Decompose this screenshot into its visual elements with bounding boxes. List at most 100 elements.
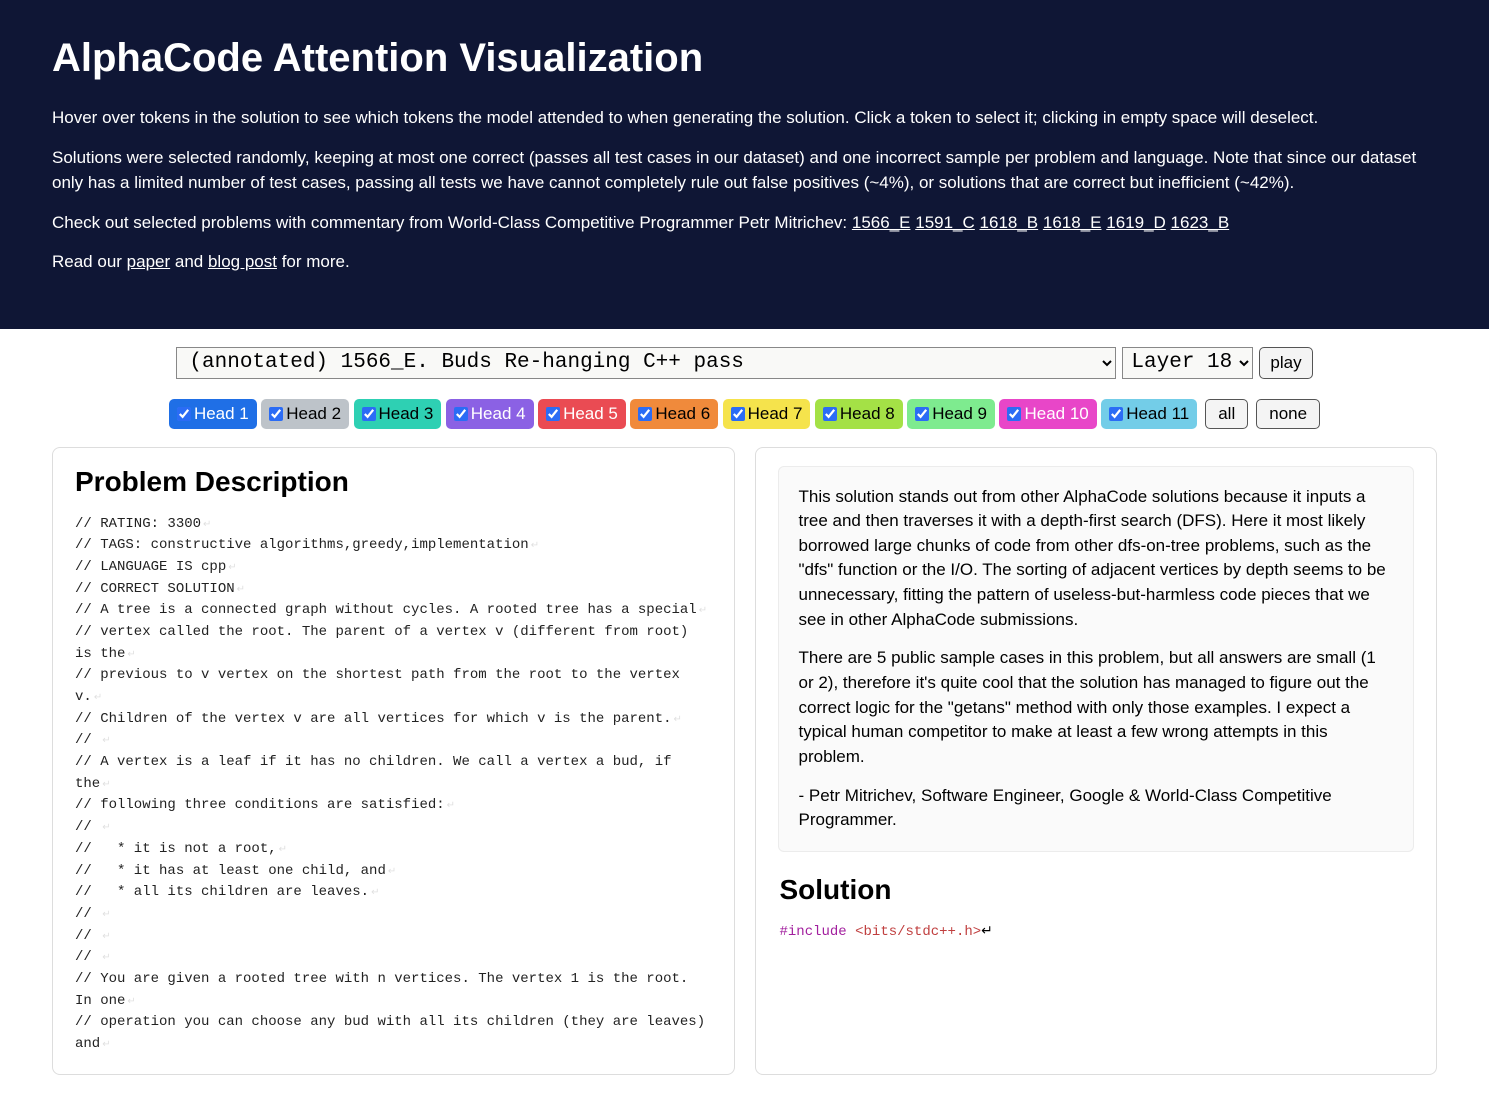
newline-mark: ↵ [697,606,707,617]
newline-mark: ↵ [100,910,110,921]
head-chip-11[interactable]: Head 11 [1101,399,1197,429]
head-chip-10[interactable]: Head 10 [999,399,1096,429]
layer-select[interactable]: Layer 18 [1122,347,1253,379]
commentary-attribution: - Petr Mitrichev, Software Engineer, Goo… [799,784,1394,833]
head-chip-5[interactable]: Head 5 [538,399,626,429]
newline-mark: ↵ [445,801,455,812]
code-line[interactable]: // ↵ [75,817,712,839]
head-chip-2[interactable]: Head 2 [261,399,349,429]
code-line[interactable]: // * it has at least one child, and↵ [75,861,712,883]
newline-mark: ↵ [672,715,682,726]
newline-mark: ↵ [100,736,110,747]
head-label: Head 2 [286,404,341,424]
play-button[interactable]: play [1259,347,1312,379]
head-chip-7[interactable]: Head 7 [723,399,811,429]
solution-heading: Solution [778,874,1415,906]
newline-mark: ↵ [100,932,110,943]
head-chip-6[interactable]: Head 6 [630,399,718,429]
code-line[interactable]: // ↵ [75,730,712,752]
head-label: Head 6 [655,404,710,424]
code-line[interactable]: // CORRECT SOLUTION↵ [75,579,712,601]
newline-mark: ↵ [100,780,110,791]
head-checkbox-1[interactable] [177,407,191,421]
newline-mark: ↵ [235,585,245,596]
content-row: Problem Description // RATING: 3300↵// T… [0,447,1489,1095]
code-line[interactable]: // A vertex is a leaf if it has no child… [75,752,712,795]
right-panel: This solution stands out from other Alph… [755,447,1438,1075]
newline-mark: ↵ [529,541,539,552]
code-line[interactable]: // Children of the vertex v are all vert… [75,709,712,731]
code-line[interactable]: // vertex called the root. The parent of… [75,622,712,665]
code-line[interactable]: // LANGUAGE IS cpp↵ [75,557,712,579]
head-label: Head 9 [932,404,987,424]
commentary-links-line: Check out selected problems with comment… [52,210,1437,236]
newline-mark: ↵ [125,650,135,661]
newline-mark: ↵ [100,953,110,964]
head-label: Head 5 [563,404,618,424]
commentary-link-1591_C[interactable]: 1591_C [915,213,975,232]
code-line[interactable]: // RATING: 3300↵ [75,514,712,536]
code-line[interactable]: // * it is not a root,↵ [75,839,712,861]
head-label: Head 1 [194,404,249,424]
commentary-box: This solution stands out from other Alph… [778,466,1415,852]
newline-mark: ↵ [277,845,287,856]
newline-mark: ↵ [201,520,211,531]
code-line[interactable]: // ↵ [75,904,712,926]
paper-link[interactable]: paper [127,252,170,271]
include-header: <bits/stdc++.h> [855,924,981,940]
newline-mark: ↵ [369,888,379,899]
code-line[interactable]: // following three conditions are satisf… [75,795,712,817]
head-chip-4[interactable]: Head 4 [446,399,534,429]
head-checkbox-10[interactable] [1007,407,1021,421]
code-line[interactable]: // operation you can choose any bud with… [75,1012,712,1055]
head-checkbox-7[interactable] [731,407,745,421]
commentary-p2: There are 5 public sample cases in this … [799,646,1394,769]
head-chip-9[interactable]: Head 9 [907,399,995,429]
head-chip-8[interactable]: Head 8 [815,399,903,429]
commentary-link-1623_B[interactable]: 1623_B [1171,213,1230,232]
code-line[interactable]: // A tree is a connected graph without c… [75,600,712,622]
newline-mark: ↵ [100,823,110,834]
heads-row: Head 1 Head 2 Head 3 Head 4 Head 5 Head … [0,389,1489,447]
head-checkbox-2[interactable] [269,407,283,421]
paper-line: Read our paper and blog post for more. [52,249,1437,275]
code-line[interactable]: // You are given a rooted tree with n ve… [75,969,712,1012]
none-button[interactable]: none [1256,399,1320,429]
problem-description-panel: Problem Description // RATING: 3300↵// T… [52,447,735,1075]
head-checkbox-4[interactable] [454,407,468,421]
code-line[interactable]: // * all its children are leaves.↵ [75,882,712,904]
head-checkbox-9[interactable] [915,407,929,421]
commentary-link-1619_D[interactable]: 1619_D [1106,213,1166,232]
code-line[interactable]: // TAGS: constructive algorithms,greedy,… [75,535,712,557]
head-checkbox-3[interactable] [362,407,376,421]
newline-mark: ↵ [100,1040,110,1051]
commentary-p1: This solution stands out from other Alph… [799,485,1394,633]
blog-post-link[interactable]: blog post [208,252,277,271]
head-checkbox-5[interactable] [546,407,560,421]
header: AlphaCode Attention Visualization Hover … [0,0,1489,329]
code-line[interactable]: // ↵ [75,947,712,969]
commentary-link-1618_B[interactable]: 1618_B [980,213,1039,232]
head-label: Head 11 [1126,404,1189,424]
code-line[interactable]: // previous to v vertex on the shortest … [75,665,712,708]
head-checkbox-11[interactable] [1109,407,1123,421]
head-chip-3[interactable]: Head 3 [354,399,442,429]
all-button[interactable]: all [1205,399,1248,429]
head-checkbox-8[interactable] [823,407,837,421]
include-directive: #include [780,924,847,940]
commentary-prefix: Check out selected problems with comment… [52,213,852,232]
newline-mark: ↵ [386,867,396,878]
head-chip-1[interactable]: Head 1 [169,399,257,429]
newline-mark: ↵ [226,563,236,574]
head-checkbox-6[interactable] [638,407,652,421]
commentary-link-1566_E[interactable]: 1566_E [852,213,911,232]
page-title: AlphaCode Attention Visualization [52,36,1437,81]
problem-description-code: // RATING: 3300↵// TAGS: constructive al… [75,514,712,1056]
head-label: Head 8 [840,404,895,424]
head-label: Head 10 [1024,404,1088,424]
intro-para-1: Hover over tokens in the solution to see… [52,105,1437,131]
code-line[interactable]: // ↵ [75,926,712,948]
commentary-link-1618_E[interactable]: 1618_E [1043,213,1102,232]
newline-mark: ↵ [92,693,102,704]
problem-select[interactable]: (annotated) 1566_E. Buds Re-hanging C++ … [176,347,1116,379]
